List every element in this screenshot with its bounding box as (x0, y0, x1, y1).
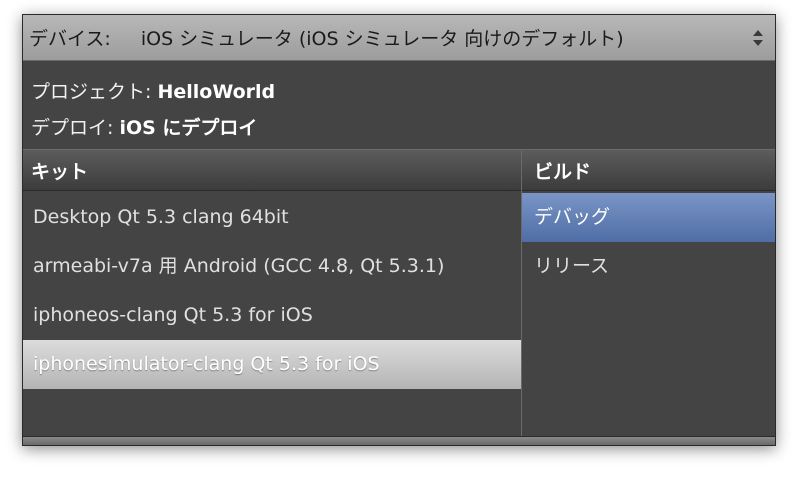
project-name: HelloWorld (157, 81, 276, 103)
build-item-release[interactable]: リリース (522, 242, 775, 291)
build-column-header: ビルド (522, 149, 775, 191)
deploy-label: デプロイ: (31, 117, 120, 139)
kit-item-iphonesimulator[interactable]: iphonesimulator-clang Qt 5.3 for iOS (23, 340, 521, 389)
device-selector[interactable]: デバイス: iOS シミュレータ (iOS シミュレータ 向けのデフォルト) (23, 15, 775, 61)
kit-list: Desktop Qt 5.3 clang 64bit armeabi-v7a 用… (23, 193, 521, 389)
device-value[interactable]: iOS シミュレータ (iOS シミュレータ 向けのデフォルト) (141, 24, 624, 51)
kit-item-android[interactable]: armeabi-v7a 用 Android (GCC 4.8, Qt 5.3.1… (23, 242, 521, 291)
project-label: プロジェクト: (31, 81, 158, 103)
kit-item-desktop[interactable]: Desktop Qt 5.3 clang 64bit (23, 193, 521, 242)
build-item-debug[interactable]: デバッグ (522, 193, 775, 242)
kit-item-iphoneos[interactable]: iphoneos-clang Qt 5.3 for iOS (23, 291, 521, 340)
project-info: プロジェクト: HelloWorld (31, 77, 275, 104)
deploy-info: デプロイ: iOS にデプロイ (31, 113, 257, 140)
deploy-target: iOS にデプロイ (119, 117, 258, 139)
up-down-arrows-icon[interactable] (751, 28, 765, 48)
build-list: デバッグ リリース (522, 193, 775, 291)
kit-column-header: キット (23, 149, 521, 191)
target-selector-panel: デバイス: iOS シミュレータ (iOS シミュレータ 向けのデフォルト) プ… (22, 14, 776, 446)
device-label: デバイス: (29, 28, 111, 50)
panel-bottom-bar (23, 436, 775, 445)
